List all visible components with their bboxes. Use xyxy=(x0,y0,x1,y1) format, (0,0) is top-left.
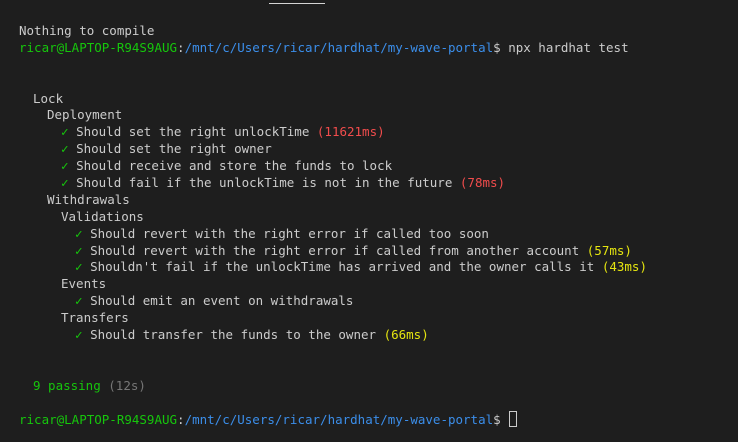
check-icon: ✓ xyxy=(75,225,83,241)
test-duration: (78ms) xyxy=(459,175,506,191)
prompt-command: npx hardhat test xyxy=(500,39,629,55)
test-title: Should transfer the funds to the owner xyxy=(90,327,377,343)
check-icon: ✓ xyxy=(61,158,69,174)
prompt-user-host: ricar@LAPTOP-R94S9AUG xyxy=(19,412,178,428)
terminal-output[interactable]: Nothing to compile ricar@LAPTOP-R94S9AUG… xyxy=(19,23,738,428)
test-title: Should revert with the right error if ca… xyxy=(90,242,580,258)
suite-title: Lock xyxy=(33,90,64,106)
prompt-symbol: $ xyxy=(493,412,501,428)
prompt-separator: : xyxy=(177,39,185,55)
check-icon: ✓ xyxy=(61,141,69,157)
test-title: Should set the right owner xyxy=(76,141,272,157)
group-title-deployment: Deployment xyxy=(47,107,123,123)
subgroup-title-transfers: Transfers xyxy=(61,310,129,326)
group-title-withdrawals: Withdrawals xyxy=(47,191,130,207)
test-title: Should fail if the unlockTime is not in … xyxy=(76,175,453,191)
test-result-row: ✓ Should emit an event on withdrawals xyxy=(19,293,738,310)
check-icon: ✓ xyxy=(75,327,83,343)
test-title: Should revert with the right error if ca… xyxy=(90,225,489,241)
prompt-user-host: ricar@LAPTOP-R94S9AUG xyxy=(19,39,178,55)
prompt-symbol: $ xyxy=(493,39,501,55)
check-icon: ✓ xyxy=(61,175,69,191)
check-icon: ✓ xyxy=(75,259,83,275)
prompt-path: /mnt/c/Users/ricar/hardhat/my-wave-porta… xyxy=(184,412,494,428)
prompt-separator: : xyxy=(177,412,185,428)
compile-message: Nothing to compile xyxy=(19,23,155,38)
subgroup-title-validations: Validations xyxy=(61,208,144,224)
passing-summary: 9 passing (12s) xyxy=(19,378,738,395)
test-result-row: ✓ Should revert with the right error if … xyxy=(19,226,738,243)
text-cursor[interactable] xyxy=(509,411,518,428)
test-result-row: ✓ Shouldn't fail if the unlockTime has a… xyxy=(19,259,738,276)
test-duration: (66ms) xyxy=(383,327,429,343)
test-title: Should receive and store the funds to lo… xyxy=(76,158,393,174)
test-title: Should emit an event on withdrawals xyxy=(90,293,354,309)
test-duration: (57ms) xyxy=(586,242,632,258)
test-result-row: ✓ Should transfer the funds to the owner… xyxy=(19,327,738,344)
test-result-row: ✓ Should revert with the right error if … xyxy=(19,243,738,260)
test-title: Shouldn't fail if the unlockTime has arr… xyxy=(90,259,595,275)
prompt-path: /mnt/c/Users/ricar/hardhat/my-wave-porta… xyxy=(184,39,494,55)
test-result-row: ✓ Should fail if the unlockTime is not i… xyxy=(19,175,738,192)
test-result-row: ✓ Should receive and store the funds to … xyxy=(19,158,738,175)
test-title: Should set the right unlockTime xyxy=(76,124,310,140)
test-duration: (11621ms) xyxy=(316,124,385,140)
subgroup-title-events: Events xyxy=(61,276,107,292)
test-result-row: ✓ Should set the right unlockTime (11621… xyxy=(19,124,738,141)
passing-count: 9 passing xyxy=(33,377,101,393)
check-icon: ✓ xyxy=(75,293,83,309)
test-duration: (43ms) xyxy=(601,259,647,275)
test-result-row: ✓ Should set the right owner xyxy=(19,141,738,158)
passing-time: (12s) xyxy=(108,377,146,393)
scroll-indicator-line xyxy=(269,3,325,4)
command-prompt-line: ricar@LAPTOP-R94S9AUG:/mnt/c/Users/ricar… xyxy=(19,40,738,57)
final-prompt-line[interactable]: ricar@LAPTOP-R94S9AUG:/mnt/c/Users/ricar… xyxy=(19,411,738,428)
check-icon: ✓ xyxy=(61,124,69,140)
check-icon: ✓ xyxy=(75,242,83,258)
